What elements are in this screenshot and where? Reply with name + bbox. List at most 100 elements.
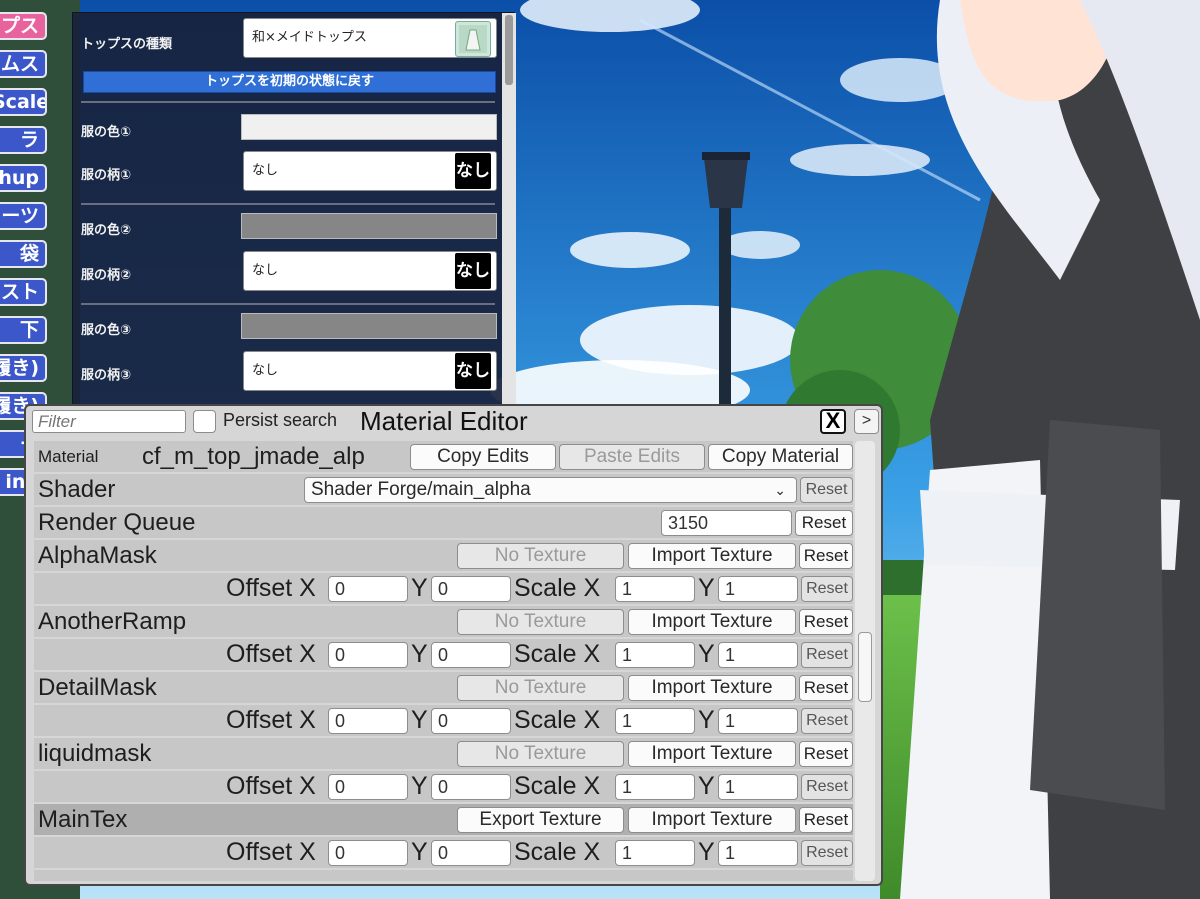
offset-x-label: Offset X bbox=[226, 706, 316, 734]
offset-reset-button[interactable]: Reset bbox=[801, 774, 853, 800]
side-tab-bra[interactable]: ラ bbox=[0, 126, 47, 154]
copy-material-button[interactable]: Copy Material bbox=[708, 444, 853, 470]
offset-x-input[interactable]: 0 bbox=[328, 840, 408, 866]
offset-x-label: Offset X bbox=[226, 772, 316, 800]
offset-y-input[interactable]: 0 bbox=[431, 774, 511, 800]
offset-y-input[interactable]: 0 bbox=[431, 840, 511, 866]
offset-y-label: Y bbox=[411, 574, 428, 602]
import-texture-button[interactable]: Import Texture bbox=[628, 543, 796, 569]
side-tab-socks[interactable]: 下 bbox=[0, 316, 47, 344]
side-tab-shoes-inner[interactable]: 履き) bbox=[0, 354, 47, 382]
pattern1-label: 服の柄① bbox=[81, 168, 132, 183]
color3-swatch[interactable] bbox=[241, 313, 497, 339]
offset-y-input[interactable]: 0 bbox=[431, 642, 511, 668]
persist-search-label: Persist search bbox=[223, 410, 338, 430]
separator bbox=[81, 203, 495, 205]
scale-y-input[interactable]: 1 bbox=[718, 774, 798, 800]
texture-row-liquidmask: liquidmask No Texture Import Texture Res… bbox=[34, 738, 853, 769]
offset-y-input[interactable]: 0 bbox=[431, 708, 511, 734]
offset-x-input[interactable]: 0 bbox=[328, 576, 408, 602]
color3-label: 服の色③ bbox=[81, 323, 132, 338]
export-texture-button[interactable]: Export Texture bbox=[457, 807, 624, 833]
offset-row-maintex: Offset X 0 Y 0 Scale X 1 Y 1 Reset bbox=[34, 837, 853, 868]
texture-reset-button[interactable]: Reset bbox=[799, 609, 853, 635]
offset-y-label: Y bbox=[411, 706, 428, 734]
side-tab-shorts[interactable]: ーツ bbox=[0, 202, 47, 230]
texture-name: DetailMask bbox=[38, 674, 157, 701]
material-row: Material cf_m_top_jmade_alp Copy Edits P… bbox=[34, 441, 853, 472]
pattern1-value: なし bbox=[252, 163, 279, 178]
import-texture-button[interactable]: Import Texture bbox=[628, 807, 796, 833]
offset-y-label: Y bbox=[411, 640, 428, 668]
paste-edits-button[interactable]: Paste Edits bbox=[559, 444, 705, 470]
scale-x-input[interactable]: 1 bbox=[615, 642, 695, 668]
offset-reset-button[interactable]: Reset bbox=[801, 576, 853, 602]
material-list-scrollbar-thumb[interactable] bbox=[858, 632, 872, 702]
scale-x-input[interactable]: 1 bbox=[615, 708, 695, 734]
color1-swatch[interactable] bbox=[241, 114, 497, 140]
offset-row-liquidmask: Offset X 0 Y 0 Scale X 1 Y 1 Reset bbox=[34, 771, 853, 802]
pattern2-thumb-button[interactable]: なし bbox=[455, 253, 491, 289]
tops-type-value: 和×メイドトップス bbox=[252, 30, 367, 45]
scale-x-input[interactable]: 1 bbox=[615, 774, 695, 800]
tops-type-label: トップスの種類 bbox=[81, 37, 173, 52]
offset-reset-button[interactable]: Reset bbox=[801, 642, 853, 668]
texture-reset-button[interactable]: Reset bbox=[799, 543, 853, 569]
offset-y-input[interactable]: 0 bbox=[431, 576, 511, 602]
scale-x-input[interactable]: 1 bbox=[615, 840, 695, 866]
tops-thumbnail-icon[interactable] bbox=[455, 21, 491, 57]
persist-search-checkbox[interactable] bbox=[193, 410, 216, 433]
side-tab-gloves[interactable]: 袋 bbox=[0, 240, 47, 268]
no-texture-button[interactable]: No Texture bbox=[457, 675, 624, 701]
scale-y-input[interactable]: 1 bbox=[718, 708, 798, 734]
material-property-list: Material cf_m_top_jmade_alp Copy Edits P… bbox=[34, 441, 853, 881]
side-tab-scale[interactable]: Scale bbox=[0, 88, 47, 116]
texture-reset-button[interactable]: Reset bbox=[799, 807, 853, 833]
color2-swatch[interactable] bbox=[241, 213, 497, 239]
import-texture-button[interactable]: Import Texture bbox=[628, 675, 796, 701]
close-button[interactable]: X bbox=[820, 409, 846, 434]
scale-x-input[interactable]: 1 bbox=[615, 576, 695, 602]
no-texture-button[interactable]: No Texture bbox=[457, 609, 624, 635]
shader-dropdown[interactable]: Shader Forge/main_alpha ⌄ bbox=[304, 477, 797, 503]
render-queue-reset-button[interactable]: Reset bbox=[795, 510, 853, 536]
pattern1-thumb-button[interactable]: なし bbox=[455, 153, 491, 189]
no-texture-button[interactable]: No Texture bbox=[457, 741, 624, 767]
close-icon: X bbox=[825, 408, 841, 433]
reset-tops-button[interactable]: トップスを初期の状態に戻す bbox=[83, 71, 496, 93]
scale-y-input[interactable]: 1 bbox=[718, 840, 798, 866]
offset-reset-button[interactable]: Reset bbox=[801, 708, 853, 734]
side-tab-bottoms[interactable]: ムス bbox=[0, 50, 47, 78]
texture-row-partial bbox=[34, 870, 853, 881]
offset-row-detailmask: Offset X 0 Y 0 Scale X 1 Y 1 Reset bbox=[34, 705, 853, 736]
offset-x-input[interactable]: 0 bbox=[328, 642, 408, 668]
window-title: Material Editor bbox=[360, 406, 528, 436]
offset-x-label: Offset X bbox=[226, 838, 316, 866]
side-tab-pushup[interactable]: hup bbox=[0, 164, 47, 192]
texture-row-anotherramp: AnotherRamp No Texture Import Texture Re… bbox=[34, 606, 853, 637]
material-name: cf_m_top_jmade_alp bbox=[142, 443, 365, 470]
offset-reset-button[interactable]: Reset bbox=[801, 840, 853, 866]
pattern3-thumb-button[interactable]: なし bbox=[455, 353, 491, 389]
side-tab-pantyhose[interactable]: スト bbox=[0, 278, 47, 306]
side-tab-tops[interactable]: プス bbox=[0, 12, 47, 40]
scale-x-label: Scale X bbox=[514, 838, 601, 866]
scale-y-input[interactable]: 1 bbox=[718, 642, 798, 668]
offset-row-alphamask: Offset X 0 Y 0 Scale X 1 Y 1 Reset bbox=[34, 573, 853, 604]
offset-x-input[interactable]: 0 bbox=[328, 708, 408, 734]
expand-button[interactable]: > bbox=[854, 409, 879, 434]
import-texture-button[interactable]: Import Texture bbox=[628, 609, 796, 635]
texture-reset-button[interactable]: Reset bbox=[799, 741, 853, 767]
offset-x-input[interactable]: 0 bbox=[328, 774, 408, 800]
copy-edits-button[interactable]: Copy Edits bbox=[410, 444, 556, 470]
filter-input[interactable] bbox=[32, 410, 186, 433]
render-queue-input[interactable]: 3150 bbox=[661, 510, 792, 536]
scale-y-input[interactable]: 1 bbox=[718, 576, 798, 602]
import-texture-button[interactable]: Import Texture bbox=[628, 741, 796, 767]
shader-reset-button[interactable]: Reset bbox=[800, 477, 853, 503]
no-texture-button[interactable]: No Texture bbox=[457, 543, 624, 569]
options-scrollbar-thumb[interactable] bbox=[505, 15, 513, 85]
texture-row-detailmask: DetailMask No Texture Import Texture Res… bbox=[34, 672, 853, 703]
offset-y-label: Y bbox=[411, 772, 428, 800]
texture-reset-button[interactable]: Reset bbox=[799, 675, 853, 701]
